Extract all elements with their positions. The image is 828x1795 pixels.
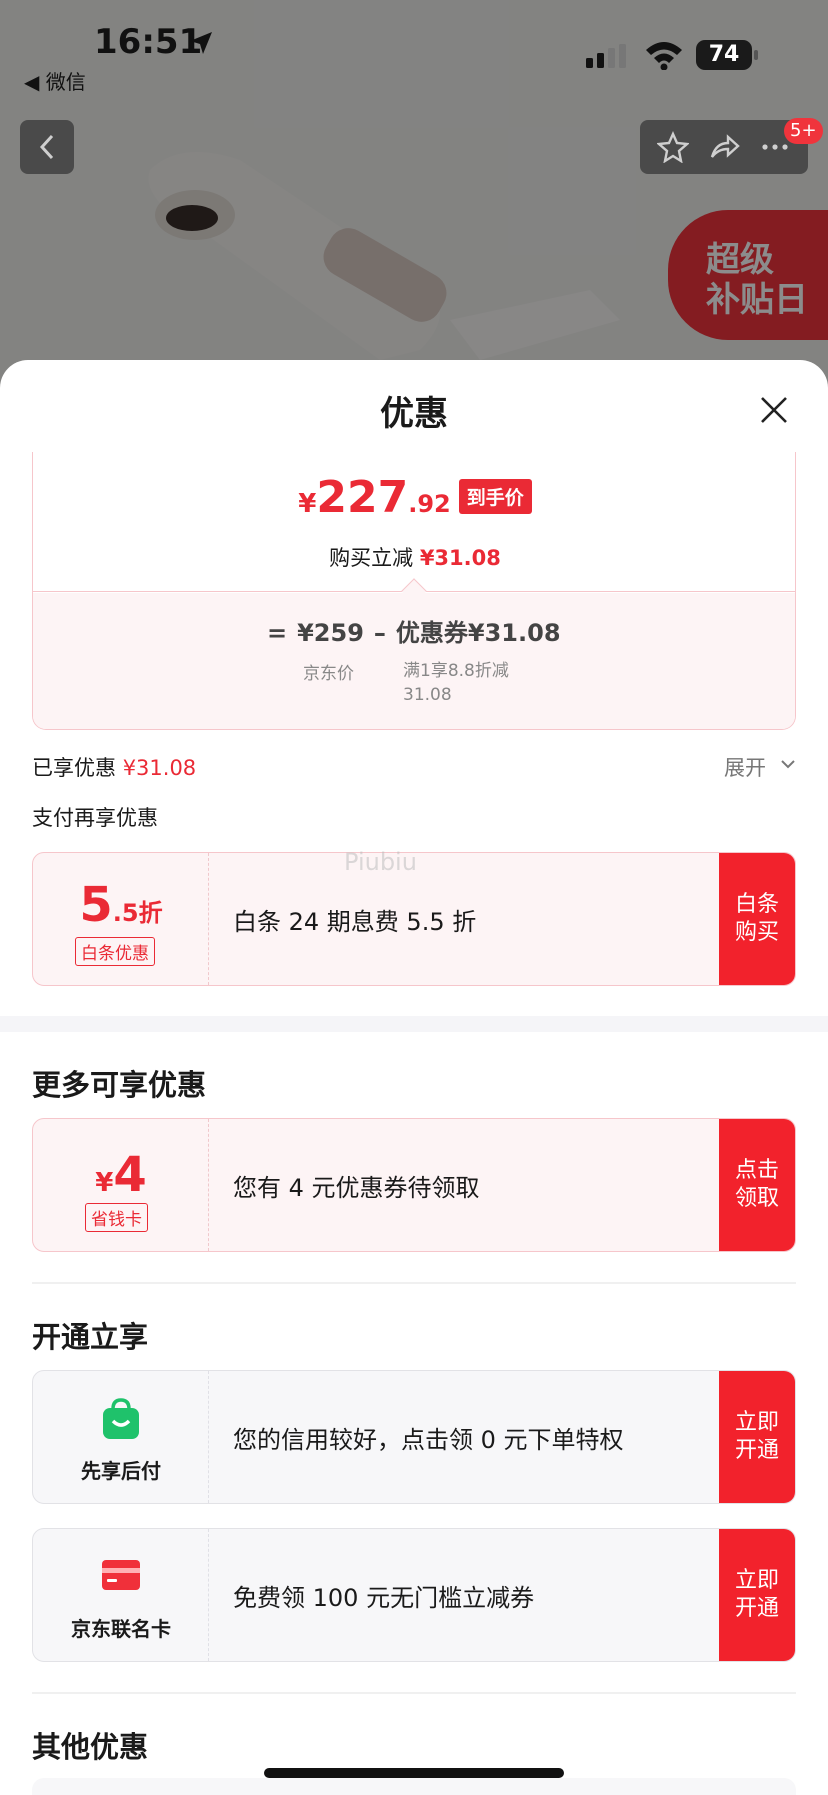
pay-later-badge: 先享后付 — [33, 1371, 209, 1503]
shopping-bag-icon — [103, 1398, 139, 1439]
more-offers-title: 更多可享优惠 — [32, 1068, 207, 1102]
status-bar: 16:51 ◀ 微信 74 — [0, 0, 828, 100]
saving-card-offer: ¥4 省钱卡 您有 4 元优惠券待领取 点击领取 — [32, 1118, 796, 1252]
claim-coupon-button[interactable]: 点击领取 — [719, 1119, 795, 1251]
saving-card-tag: 省钱卡 — [85, 1203, 148, 1232]
other-offer-card — [32, 1778, 796, 1795]
pay-later-text: 您的信用较好，点击领 0 元下单特权 — [233, 1425, 624, 1454]
final-price: ¥227.92 到手价 — [33, 472, 795, 523]
pay-later-offer: 先享后付 您的信用较好，点击领 0 元下单特权 立即开通 — [32, 1370, 796, 1504]
battery-cap — [754, 50, 758, 60]
share-icon[interactable] — [708, 131, 740, 163]
baitiao-tag: 白条优惠 — [75, 937, 155, 966]
divider — [32, 1692, 796, 1694]
star-icon[interactable] — [657, 131, 690, 163]
other-offers-title: 其他优惠 — [32, 1730, 149, 1764]
pay-more-title: 支付再享优惠 — [32, 806, 158, 830]
discount-sheet: 优惠 ¥227.92 到手价 购买立减 ¥31.08 = ¥259– 优惠券¥31.0… — [0, 360, 828, 1795]
chevron-left-icon — [39, 134, 54, 160]
battery-indicator: 74 — [696, 40, 752, 70]
activate-cobrand-card-button[interactable]: 立即开通 — [719, 1529, 795, 1661]
home-indicator[interactable] — [264, 1768, 564, 1778]
final-price-top: ¥227.92 到手价 购买立减 ¥31.08 — [33, 452, 795, 592]
coupon-description: 满1享8.8折减31.08 — [403, 661, 509, 705]
baitiao-badge: 5.5折 白条优惠 — [33, 853, 209, 985]
cobrand-card-offer: 京东联名卡 免费领 100 元无门槛立减券 立即开通 — [32, 1528, 796, 1662]
instant-reduction: 购买立减 ¥31.08 — [329, 546, 501, 570]
chevron-down-icon[interactable] — [780, 758, 796, 770]
enjoyed-discount: 已享优惠 ¥31.08 — [32, 756, 197, 780]
expand-button[interactable]: 展开 — [724, 752, 766, 782]
final-price-tag: 到手价 — [458, 479, 532, 514]
cobrand-card-badge: 京东联名卡 — [33, 1529, 209, 1661]
cobrand-card-label: 京东联名卡 — [71, 1617, 171, 1641]
top-actions — [640, 120, 808, 174]
baitiao-buy-button[interactable]: 白条购买 — [719, 853, 795, 985]
back-to-wechat-link[interactable]: ◀ 微信 — [24, 66, 86, 95]
section-separator — [0, 1016, 828, 1032]
message-count-badge: 5+ — [784, 118, 823, 144]
wifi-icon — [646, 42, 682, 70]
final-price-card: ¥227.92 到手价 购买立减 ¥31.08 = ¥259– 优惠券¥31.08 京… — [32, 452, 796, 730]
cobrand-card-text: 免费领 100 元无门槛立减券 — [233, 1583, 535, 1612]
back-button[interactable] — [20, 120, 74, 174]
location-arrow-icon — [190, 32, 212, 54]
price-formula-line: = ¥259– 优惠券¥31.08 — [267, 619, 561, 647]
credit-card-icon — [102, 1560, 140, 1590]
sheet-title: 优惠 — [380, 394, 448, 434]
divider — [32, 1282, 796, 1284]
price-formula: = ¥259– 优惠券¥31.08 京东价 满1享8.8折减31.08 — [33, 593, 795, 729]
watermark: Piubiu — [344, 848, 417, 876]
open-benefits-title: 开通立享 — [32, 1320, 149, 1354]
activate-pay-later-button[interactable]: 立即开通 — [719, 1371, 795, 1503]
pay-later-label: 先享后付 — [81, 1459, 161, 1483]
cellular-signal-icon — [586, 44, 626, 68]
saving-card-text: 您有 4 元优惠券待领取 — [233, 1173, 480, 1202]
clock: 16:51 — [94, 22, 203, 62]
saving-card-badge: ¥4 省钱卡 — [33, 1119, 209, 1251]
jd-price-label: 京东价 — [303, 664, 354, 684]
close-icon[interactable] — [754, 390, 794, 430]
